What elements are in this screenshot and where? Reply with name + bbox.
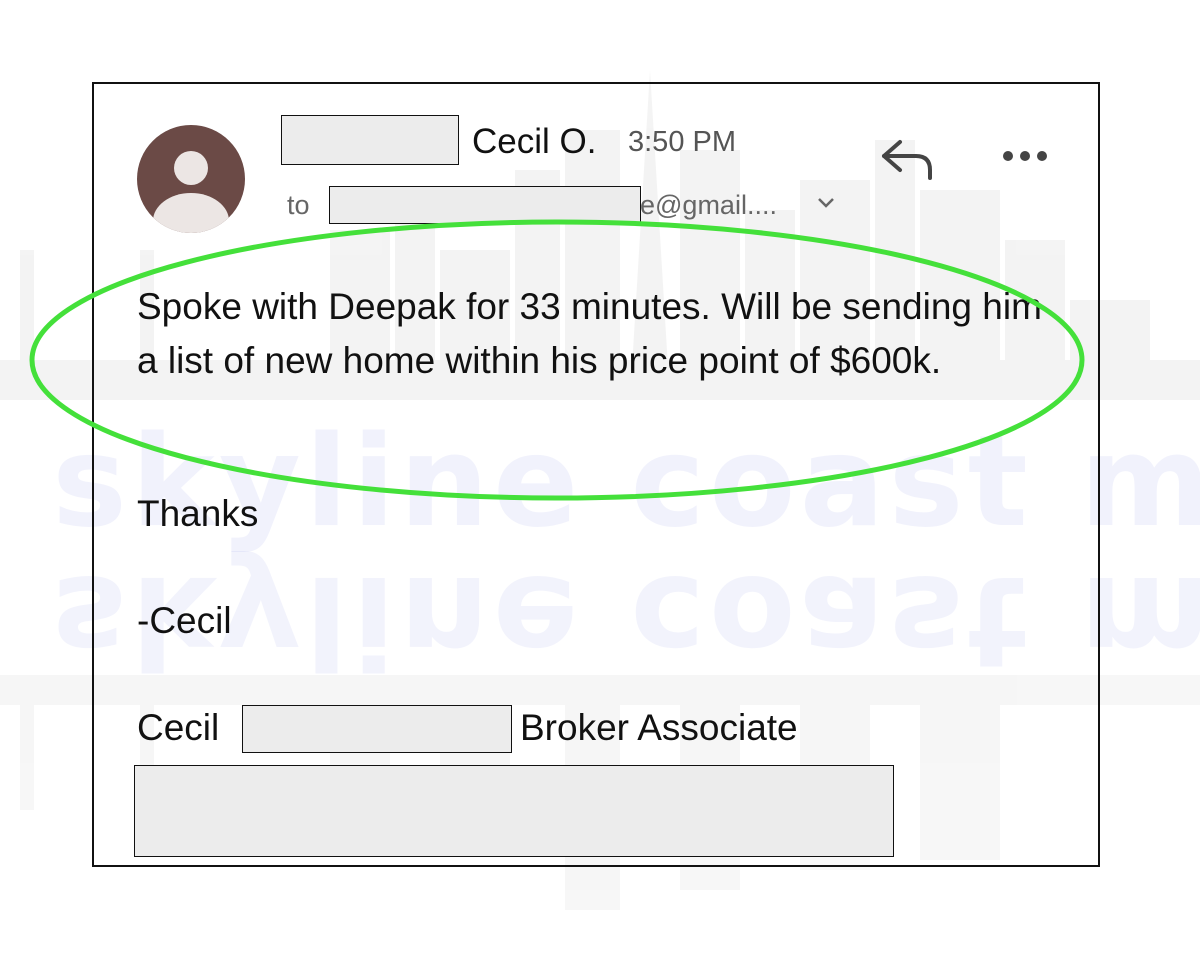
reply-arrow-icon[interactable] bbox=[880, 136, 936, 187]
email-body: Spoke with Deepak for 33 minutes. Will b… bbox=[137, 286, 1042, 381]
redacted-signature-block bbox=[134, 765, 894, 857]
sender-name[interactable]: Cecil O. bbox=[472, 122, 596, 162]
more-options-icon[interactable] bbox=[1000, 146, 1050, 171]
to-label: to bbox=[287, 190, 310, 220]
redacted-recipient-box bbox=[329, 186, 641, 224]
redacted-last-name-box bbox=[242, 705, 512, 753]
recipient-address: e@gmail.... bbox=[640, 190, 777, 220]
person-avatar-icon[interactable] bbox=[137, 125, 245, 233]
signature-first-name: Cecil bbox=[137, 707, 220, 748]
signature-title: Broker Associate bbox=[520, 707, 798, 748]
sign-off: -Cecil bbox=[137, 600, 232, 641]
redacted-sender-box bbox=[281, 115, 459, 165]
timestamp: 3:50 PM bbox=[628, 126, 736, 158]
chevron-down-icon[interactable] bbox=[816, 196, 836, 215]
closing-text: Thanks bbox=[137, 493, 259, 534]
